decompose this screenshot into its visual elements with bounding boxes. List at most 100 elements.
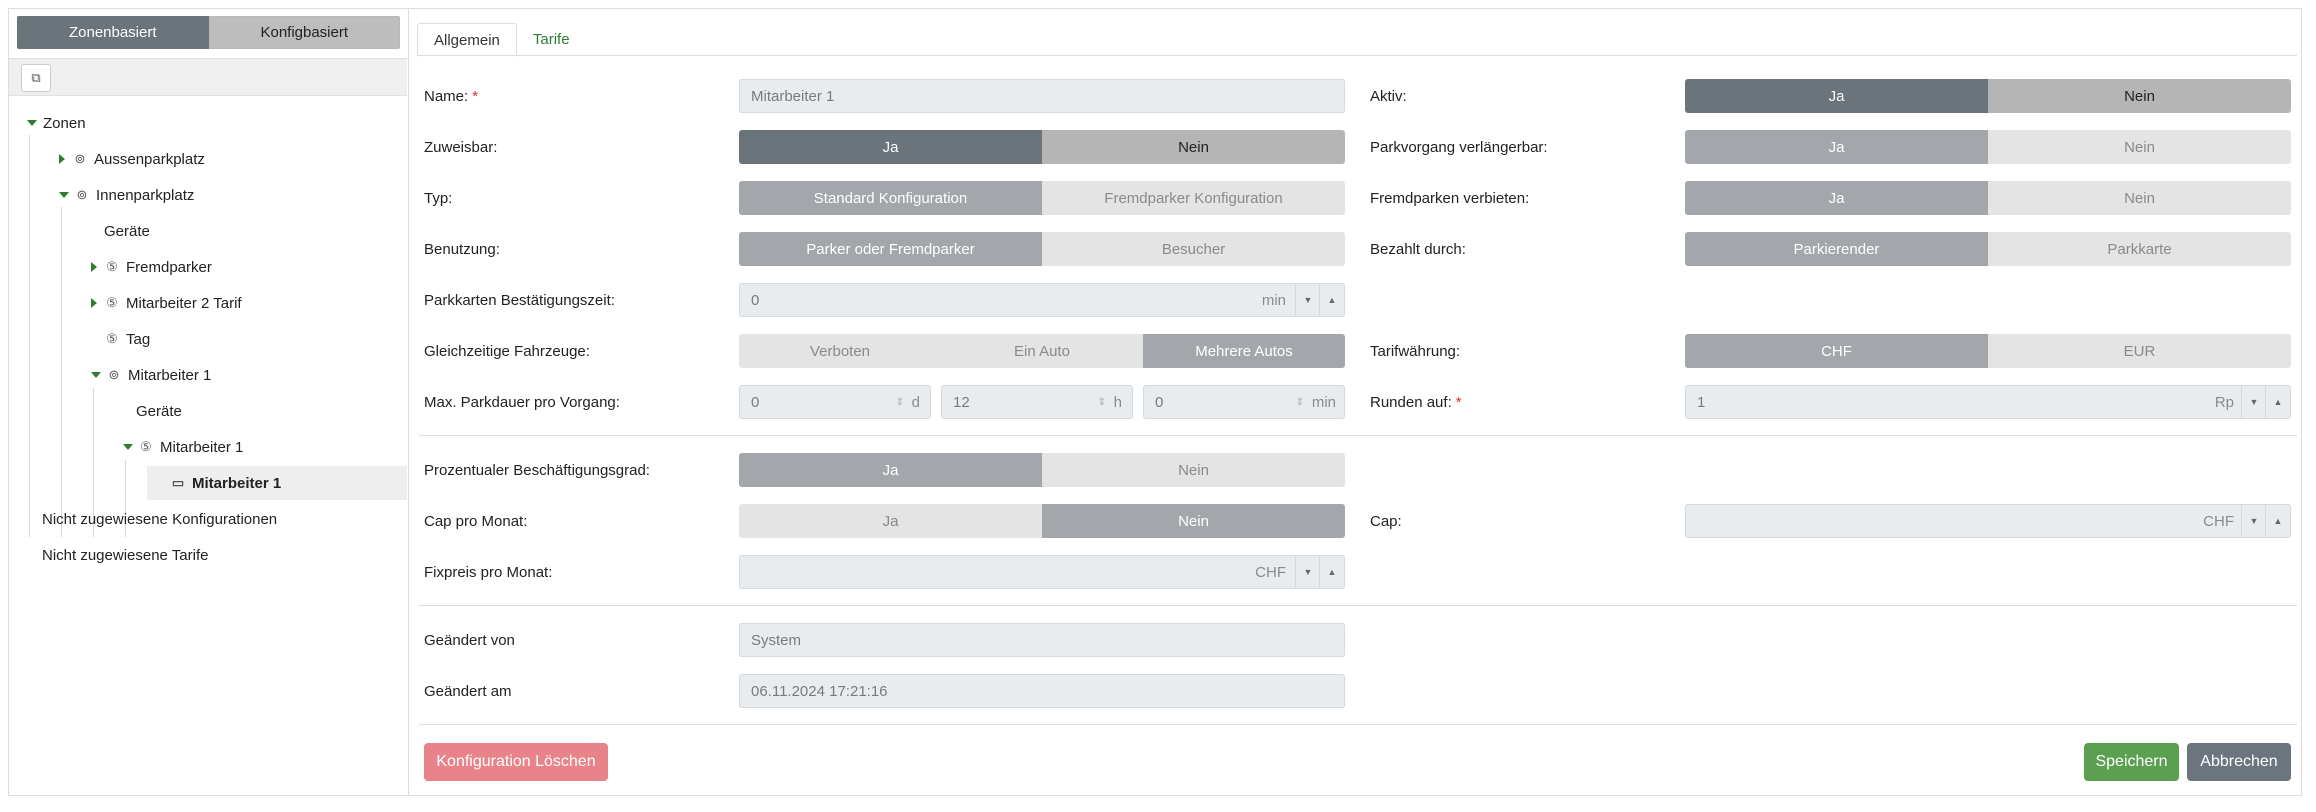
- stepper-icon[interactable]: ⇕: [1098, 397, 1106, 408]
- runden-label: Runden auf: *: [1370, 393, 1462, 411]
- tree-node-unassigned-tariffs[interactable]: Nicht zugewiesene Tarife: [42, 538, 208, 572]
- tree-node-geraete[interactable]: Geräte: [104, 214, 150, 248]
- tree-node-mitarbeiter-1-zone[interactable]: ⊚ Mitarbeiter 1: [91, 358, 211, 392]
- expanded-caret-icon[interactable]: [27, 120, 37, 126]
- tree-node-zonen[interactable]: Zonen: [27, 106, 86, 140]
- collapsed-caret-icon[interactable]: [91, 262, 97, 272]
- benutzung-parker-option[interactable]: Parker oder Fremdparker: [739, 232, 1042, 266]
- location-pin-icon: ⊚: [76, 187, 88, 202]
- decrement-icon[interactable]: ▼: [1295, 556, 1320, 588]
- runden-input[interactable]: 1 Rp ▼ ▲: [1685, 385, 2291, 419]
- bestaetigung-input[interactable]: 0 min ▼ ▲: [739, 283, 1345, 317]
- tree-node-aussenparkplatz[interactable]: ⊚ Aussenparkplatz: [59, 142, 205, 176]
- bezahlt-label: Bezahlt durch:: [1370, 240, 1466, 258]
- decrement-icon[interactable]: ▼: [1295, 284, 1320, 316]
- collapse-all-icon[interactable]: ⧉: [21, 64, 51, 92]
- parkvorgang-label: Parkvorgang verlängerbar:: [1370, 138, 1548, 156]
- tree-toolbar: ⧉: [9, 58, 407, 96]
- name-input[interactable]: Mitarbeiter 1: [739, 79, 1345, 113]
- parkdauer-label: Max. Parkdauer pro Vorgang:: [424, 393, 620, 411]
- stepper-icon[interactable]: ⇕: [896, 397, 904, 408]
- tree-node-mitarbeiter-1-tarif[interactable]: ⑤ Mitarbeiter 1: [123, 430, 243, 464]
- location-pin-icon: ⊚: [74, 151, 86, 166]
- prozent-ja-option[interactable]: Ja: [739, 453, 1042, 487]
- prozent-toggle: Ja Nein: [739, 453, 1345, 487]
- tree-guide: [61, 207, 62, 537]
- decrement-icon[interactable]: ▼: [2241, 386, 2266, 418]
- save-button[interactable]: Speichern: [2084, 743, 2179, 781]
- parkvorgang-nein-option[interactable]: Nein: [1988, 130, 2291, 164]
- decrement-icon[interactable]: ▼: [2241, 505, 2266, 537]
- mode-konfigbasiert-button[interactable]: Konfigbasiert: [208, 16, 400, 49]
- section-divider: [419, 724, 2297, 725]
- parking-card-icon: ▭: [171, 475, 185, 490]
- aktiv-toggle: Ja Nein: [1685, 79, 2291, 113]
- benutzung-besucher-option[interactable]: Besucher: [1042, 232, 1345, 266]
- waehrung-eur-option[interactable]: EUR: [1988, 334, 2291, 368]
- stepper-icon[interactable]: ⇕: [1296, 397, 1304, 408]
- cap-monat-toggle: Ja Nein: [739, 504, 1345, 538]
- cap-monat-ja-option[interactable]: Ja: [739, 504, 1042, 538]
- bezahlt-toggle: Parkierender Parkkarte: [1685, 232, 2291, 266]
- tab-divider: [417, 55, 2297, 56]
- aktiv-nein-option[interactable]: Nein: [1988, 79, 2291, 113]
- parkdauer-hours-input[interactable]: 12 ⇕ h: [941, 385, 1133, 419]
- parkvorgang-ja-option[interactable]: Ja: [1685, 130, 1988, 164]
- fremdparken-label: Fremdparken verbieten:: [1370, 189, 1530, 207]
- parkdauer-days-input[interactable]: 0 ⇕ d: [739, 385, 931, 419]
- bestaetigung-unit: min: [1261, 291, 1286, 309]
- collapsed-caret-icon[interactable]: [59, 154, 65, 164]
- tree-node-mitarbeiter-2-tarif[interactable]: ⑤ Mitarbeiter 2 Tarif: [91, 286, 242, 320]
- geaendert-von-label: Geändert von: [424, 631, 515, 649]
- zuweisbar-ja-option[interactable]: Ja: [739, 130, 1042, 164]
- section-divider: [419, 435, 2297, 436]
- fahrzeuge-verboten-option[interactable]: Verboten: [739, 334, 941, 368]
- zuweisbar-nein-option[interactable]: Nein: [1042, 130, 1345, 164]
- waehrung-toggle: CHF EUR: [1685, 334, 2291, 368]
- increment-icon[interactable]: ▲: [2265, 505, 2290, 537]
- tree-node-mitarbeiter-1-config[interactable]: ▭ Mitarbeiter 1: [147, 466, 407, 500]
- tab-tarife[interactable]: Tarife: [517, 23, 586, 55]
- increment-icon[interactable]: ▲: [1319, 284, 1344, 316]
- tab-allgemein[interactable]: Allgemein: [417, 23, 517, 57]
- expanded-caret-icon[interactable]: [123, 444, 133, 450]
- cancel-button[interactable]: Abbrechen: [2187, 743, 2291, 781]
- bezahlt-parkierender-option[interactable]: Parkierender: [1685, 232, 1988, 266]
- geaendert-am-label: Geändert am: [424, 682, 512, 700]
- config-editor: Zonenbasiert Konfigbasiert ⧉ Zonen ⊚ Aus…: [8, 8, 2302, 796]
- cap-input[interactable]: CHF ▼ ▲: [1685, 504, 2291, 538]
- tree-node-unassigned-configs[interactable]: Nicht zugewiesene Konfigurationen: [42, 502, 277, 536]
- cap-monat-nein-option[interactable]: Nein: [1042, 504, 1345, 538]
- fixpreis-input[interactable]: CHF ▼ ▲: [739, 555, 1345, 589]
- prozent-label: Prozentualer Beschäftigungsgrad:: [424, 461, 650, 479]
- expanded-caret-icon[interactable]: [59, 192, 69, 198]
- tree-node-geraete[interactable]: Geräte: [136, 394, 182, 428]
- bezahlt-parkkarte-option[interactable]: Parkkarte: [1988, 232, 2291, 266]
- tree-node-innenparkplatz[interactable]: ⊚ Innenparkplatz: [59, 178, 194, 212]
- parkdauer-minutes-input[interactable]: 0 ⇕ min: [1143, 385, 1345, 419]
- typ-standard-option[interactable]: Standard Konfiguration: [739, 181, 1042, 215]
- aktiv-label: Aktiv:: [1370, 87, 1407, 105]
- increment-icon[interactable]: ▲: [2265, 386, 2290, 418]
- prozent-nein-option[interactable]: Nein: [1042, 453, 1345, 487]
- fahrzeuge-ein-auto-option[interactable]: Ein Auto: [941, 334, 1143, 368]
- increment-icon[interactable]: ▲: [1319, 556, 1344, 588]
- bestaetigung-label: Parkkarten Bestätigungszeit:: [424, 291, 615, 309]
- fremdparken-nein-option[interactable]: Nein: [1988, 181, 2291, 215]
- geaendert-am-field: 06.11.2024 17:21:16: [739, 674, 1345, 708]
- tree-node-tag[interactable]: ⑤ Tag: [105, 322, 150, 356]
- aktiv-ja-option[interactable]: Ja: [1685, 79, 1988, 113]
- waehrung-label: Tarifwährung:: [1370, 342, 1461, 360]
- tree-node-fremdparker[interactable]: ⑤ Fremdparker: [91, 250, 212, 284]
- delete-config-button[interactable]: Konfiguration Löschen: [424, 743, 608, 781]
- geaendert-von-field: System: [739, 623, 1345, 657]
- parkvorgang-toggle: Ja Nein: [1685, 130, 2291, 164]
- waehrung-chf-option[interactable]: CHF: [1685, 334, 1988, 368]
- typ-fremdparker-option[interactable]: Fremdparker Konfiguration: [1042, 181, 1345, 215]
- benutzung-toggle: Parker oder Fremdparker Besucher: [739, 232, 1345, 266]
- expanded-caret-icon[interactable]: [91, 372, 101, 378]
- collapsed-caret-icon[interactable]: [91, 298, 97, 308]
- mode-zonenbasiert-button[interactable]: Zonenbasiert: [17, 16, 209, 49]
- fremdparken-ja-option[interactable]: Ja: [1685, 181, 1988, 215]
- fahrzeuge-mehrere-option[interactable]: Mehrere Autos: [1143, 334, 1345, 368]
